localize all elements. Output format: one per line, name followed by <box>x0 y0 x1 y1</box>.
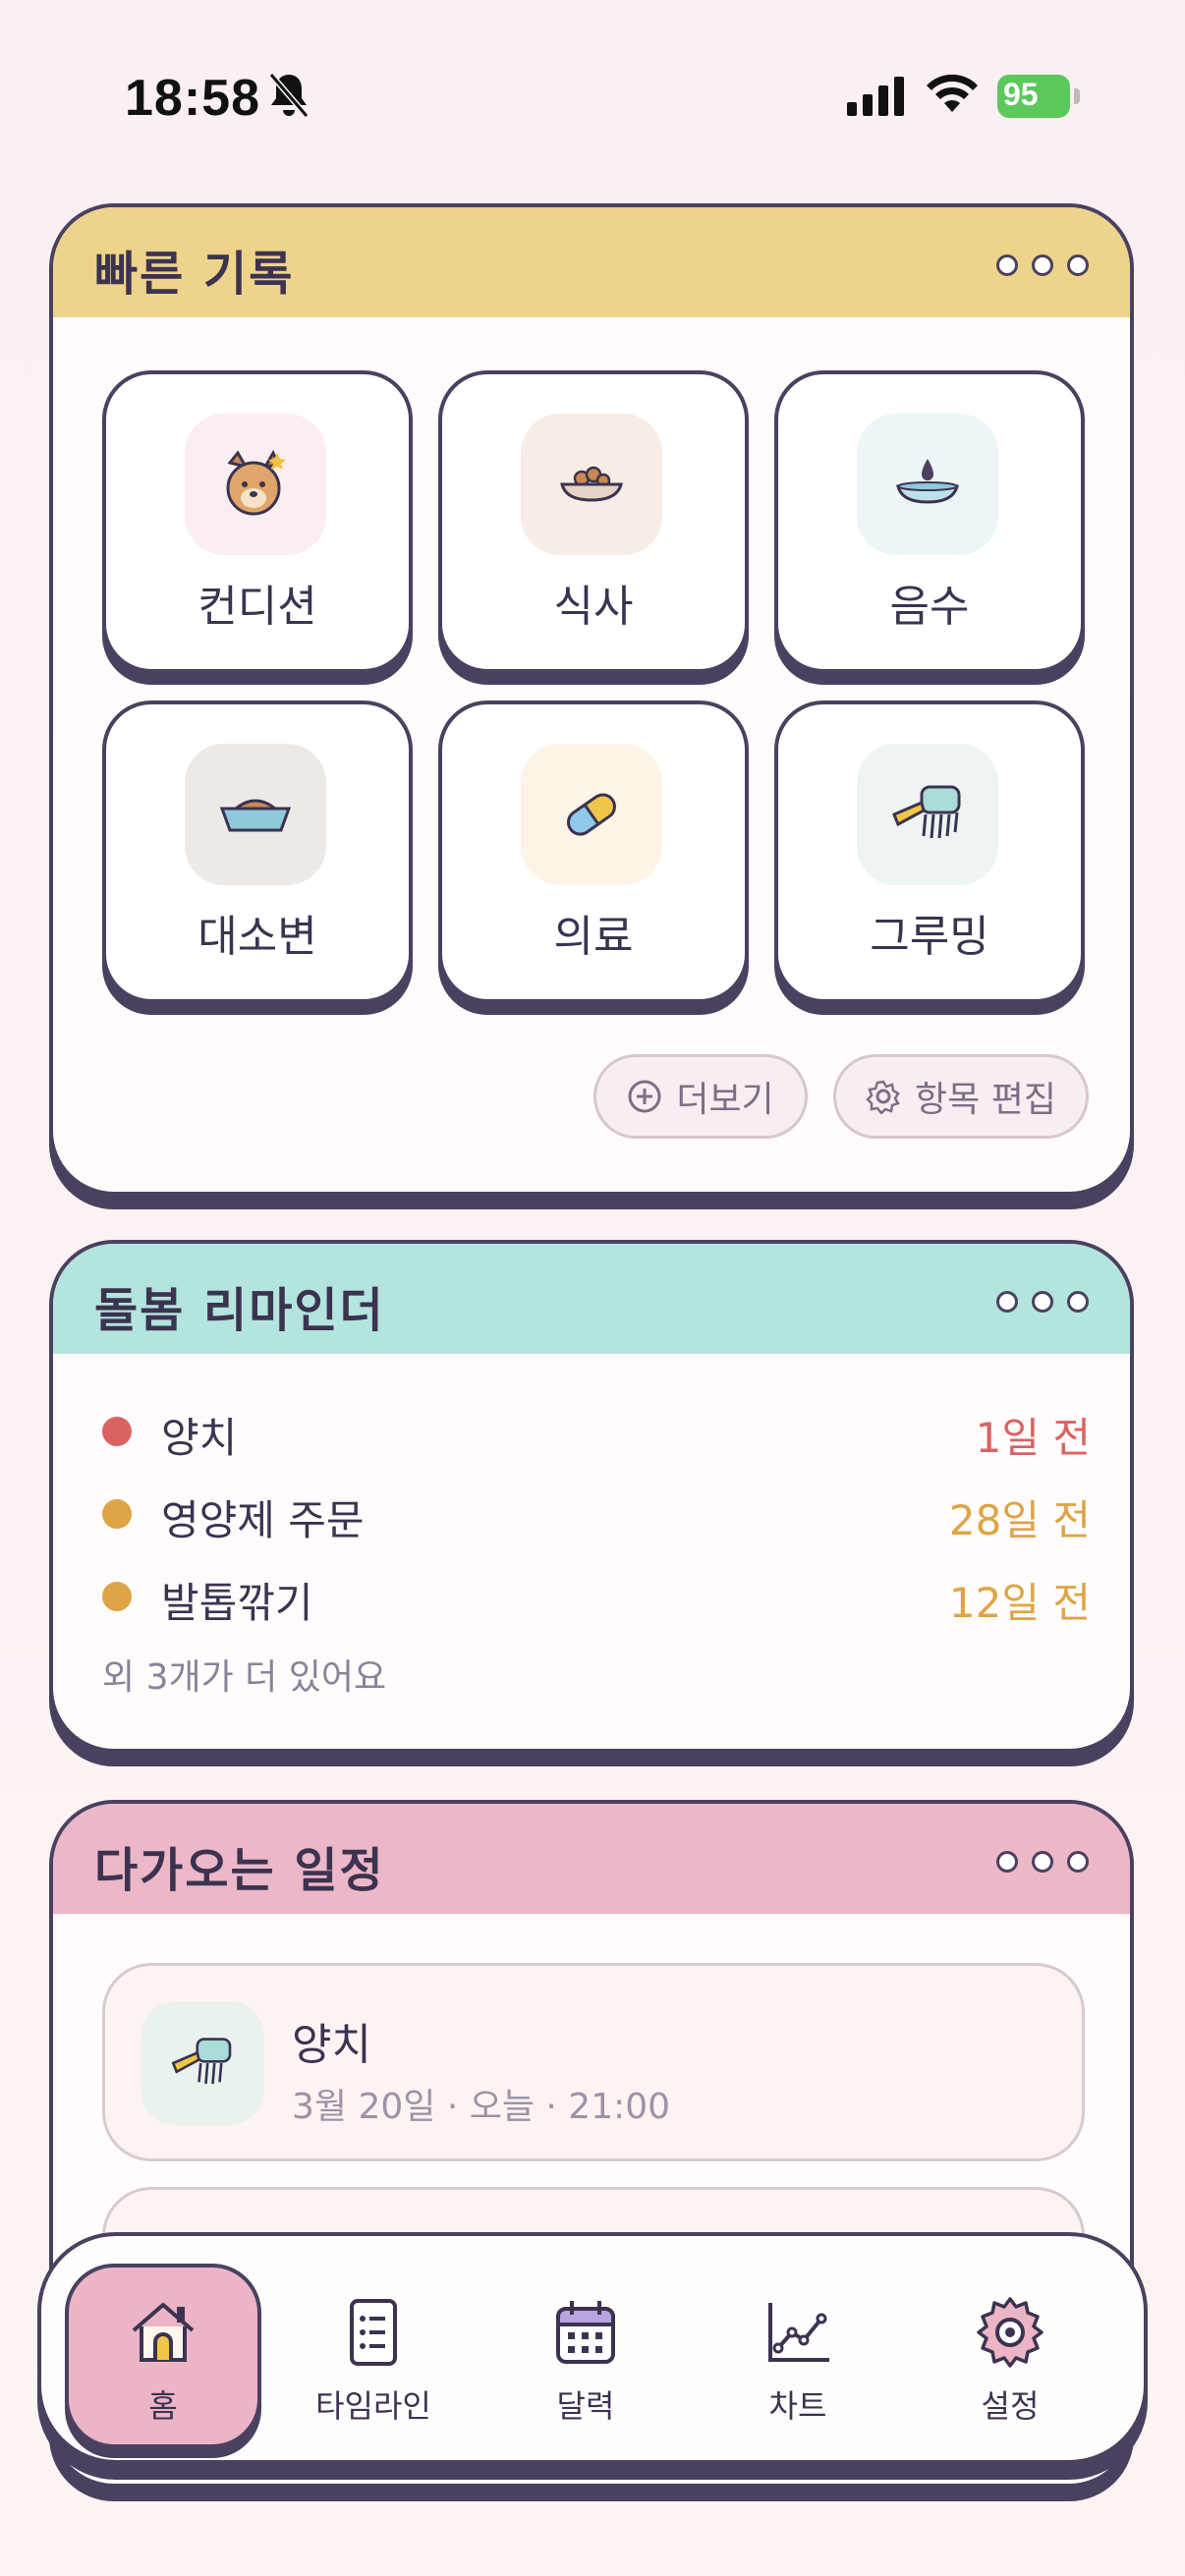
gear-icon <box>977 2297 1044 2368</box>
reminder-when: 28일 전 <box>948 1496 1091 1544</box>
reminder-label: 양치 <box>161 1414 238 1462</box>
water-bowl-icon <box>857 414 998 555</box>
dog-face-icon <box>185 414 326 555</box>
nav-label: 타임라인 <box>315 2387 431 2425</box>
reminder-card: 돌봄 리마인더 양치 1일 전 영양제 주문 28일 전 발톱깎기 12일 전 … <box>49 1240 1134 1753</box>
nav-item-timeline[interactable]: 타임라인 <box>275 2236 472 2460</box>
status-dot <box>102 1499 132 1529</box>
calendar-icon <box>556 2301 615 2364</box>
cell-signal-icon <box>847 77 904 116</box>
bell-slash-icon <box>268 73 310 118</box>
reminder-item[interactable]: 양치 1일 전 <box>102 1401 1091 1462</box>
schedule-item[interactable]: 양치 3월 20일 · 오늘 · 21:00 <box>102 1963 1085 2161</box>
battery-level: 95 <box>1003 77 1039 112</box>
tile-label: 그루밍 <box>870 912 989 962</box>
reminder-more-link[interactable]: 외 3개가 더 있어요 <box>102 1649 386 1700</box>
battery-indicator: 95 <box>997 75 1080 118</box>
reminder-label: 발톱깎기 <box>161 1579 313 1627</box>
schedule-title: 다가오는 일정 <box>94 1843 385 1898</box>
reminder-item[interactable]: 영양제 주문 28일 전 <box>102 1484 1091 1544</box>
bottom-nav: 홈 타임라인 달력 차트 설정 <box>37 2232 1148 2464</box>
tile-grooming[interactable]: 그루밍 <box>774 700 1085 1003</box>
status-dot <box>102 1417 132 1446</box>
litter-box-icon <box>185 744 326 885</box>
tile-label: 컨디션 <box>198 582 317 632</box>
nav-label: 설정 <box>981 2387 1040 2425</box>
home-icon <box>132 2303 195 2362</box>
quick-log-card: 빠른 기록 컨디션 식사 음수 대소변 의료 그루밍 더보기 항목 편집 <box>49 203 1134 1196</box>
nav-label: 차트 <box>768 2387 827 2425</box>
tile-meal[interactable]: 식사 <box>438 370 749 673</box>
gear-icon <box>866 1080 900 1114</box>
tile-potty[interactable]: 대소변 <box>102 700 413 1003</box>
reminder-header: 돌봄 리마인더 <box>53 1244 1130 1354</box>
schedule-item-title: 양치 <box>292 2020 371 2070</box>
tile-medical[interactable]: 의료 <box>438 700 749 1003</box>
quick-log-menu-button[interactable] <box>996 254 1089 276</box>
tile-label: 식사 <box>553 582 634 632</box>
plus-circle-icon <box>628 1080 661 1113</box>
tile-label: 의료 <box>553 912 634 962</box>
brush-icon <box>857 744 998 885</box>
wifi-icon <box>927 74 978 112</box>
chart-icon <box>768 2303 829 2362</box>
reminder-label: 영양제 주문 <box>161 1496 365 1544</box>
reminder-when: 12일 전 <box>948 1579 1091 1627</box>
status-dot <box>102 1582 132 1611</box>
more-button[interactable]: 더보기 <box>593 1054 808 1139</box>
reminder-item[interactable]: 발톱깎기 12일 전 <box>102 1566 1091 1627</box>
pill-icon <box>521 744 662 885</box>
more-button-label: 더보기 <box>676 1080 774 1120</box>
reminder-title: 돌봄 리마인더 <box>94 1283 385 1338</box>
status-bar: 18:58 95 <box>0 0 1185 196</box>
reminder-menu-button[interactable] <box>996 1291 1089 1313</box>
status-time: 18:58 <box>125 70 260 127</box>
tile-condition[interactable]: 컨디션 <box>102 370 413 673</box>
nav-item-settings[interactable]: 설정 <box>912 2236 1108 2460</box>
quick-log-title: 빠른 기록 <box>94 247 295 302</box>
food-bowl-icon <box>521 414 662 555</box>
schedule-menu-button[interactable] <box>996 1851 1089 1873</box>
tile-label: 음수 <box>889 582 970 632</box>
tile-label: 대소변 <box>198 912 317 962</box>
nav-item-chart[interactable]: 차트 <box>700 2236 896 2460</box>
nav-label: 달력 <box>556 2387 615 2425</box>
nav-item-calendar[interactable]: 달력 <box>487 2236 684 2460</box>
quick-log-header: 빠른 기록 <box>53 207 1130 317</box>
schedule-item-subtitle: 3월 20일 · 오늘 · 21:00 <box>292 2087 671 2127</box>
list-icon <box>350 2299 397 2366</box>
reminder-when: 1일 전 <box>975 1414 1091 1462</box>
brush-icon <box>141 2001 264 2125</box>
edit-items-button[interactable]: 항목 편집 <box>833 1054 1089 1139</box>
nav-label: 홈 <box>148 2387 178 2425</box>
tile-water[interactable]: 음수 <box>774 370 1085 673</box>
edit-items-label: 항목 편집 <box>915 1080 1056 1120</box>
schedule-header: 다가오는 일정 <box>53 1804 1130 1914</box>
nav-item-home[interactable]: 홈 <box>65 2236 261 2460</box>
